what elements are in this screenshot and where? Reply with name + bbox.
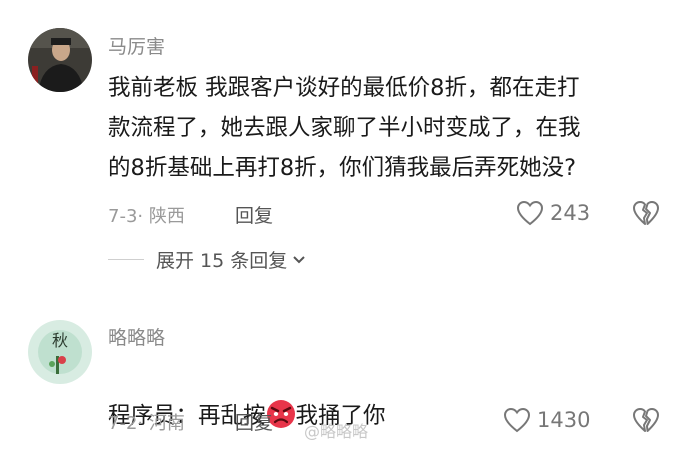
chevron-down-icon: [293, 255, 305, 263]
dislike-button[interactable]: [632, 407, 660, 437]
date-location: 7-2· 河南: [108, 413, 185, 434]
date-location: 7-3· 陕西: [108, 206, 185, 227]
watermark: @略略略: [304, 422, 369, 441]
username[interactable]: 略略略: [108, 323, 165, 350]
reply-button[interactable]: 回复: [235, 201, 273, 228]
svg-text:秋: 秋: [52, 331, 68, 350]
expand-replies-label: 展开 15 条回复: [156, 250, 288, 272]
heart-outline-icon: [503, 407, 531, 433]
avatar[interactable]: [28, 28, 92, 92]
like-button[interactable]: 243: [516, 200, 590, 226]
avatar[interactable]: 秋: [28, 320, 92, 384]
expand-replies-button[interactable]: 展开 15 条回复: [108, 246, 307, 273]
comment-text: 我前老板 我跟客户谈好的最低价8折，都在走打 款流程了，她去跟人家聊了半小时变成…: [108, 75, 581, 181]
heart-outline-icon: [516, 200, 544, 226]
like-count: 243: [550, 201, 591, 225]
broken-heart-icon: [633, 408, 659, 432]
username[interactable]: 马厉害: [108, 32, 165, 59]
like-button[interactable]: 1430: [503, 407, 590, 433]
reply-button[interactable]: 回复: [235, 408, 273, 435]
dislike-button[interactable]: [632, 200, 660, 230]
divider: [108, 259, 144, 260]
like-count: 1430: [537, 408, 591, 432]
broken-heart-icon: [633, 201, 659, 225]
